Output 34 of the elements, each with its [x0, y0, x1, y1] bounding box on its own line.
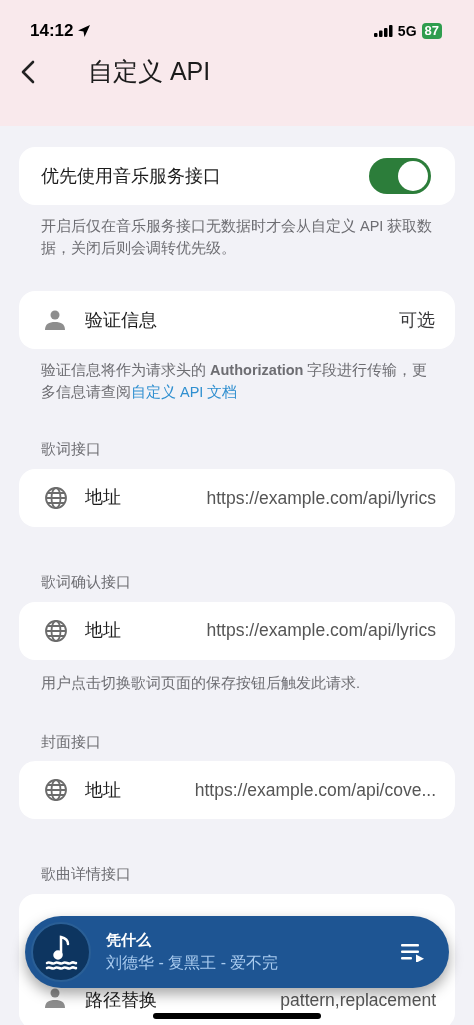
- album-art-icon: [31, 922, 91, 982]
- globe-icon: [44, 485, 68, 510]
- field-label: 地址: [85, 778, 121, 802]
- field-value[interactable]: https://example.com/api/lyrics: [206, 617, 436, 644]
- signal-icon: [373, 25, 393, 37]
- section-header: 封面接口: [40, 732, 102, 752]
- hint-text: 验证信息将作为请求头的 Authorization 字段进行传输，更多信息请查阅 自定义 API 文档: [40, 361, 429, 402]
- location-icon: [77, 24, 92, 38]
- field-label: 地址: [85, 619, 121, 642]
- mini-player[interactable]: 凭什么 刘德华 - 复黑王 - 爱不完: [25, 916, 449, 988]
- toggle-switch[interactable]: [369, 158, 431, 194]
- status-time: 14:12: [30, 20, 74, 43]
- setting-label: 验证信息: [85, 308, 158, 332]
- hint-text: 用户点击切换歌词页面的保存按钮后触发此请求.: [40, 673, 362, 693]
- globe-icon: [44, 778, 68, 803]
- section-header: 歌词接口: [40, 440, 102, 459]
- section-header: 歌曲详情接口: [40, 865, 132, 885]
- field-value[interactable]: https://example.com/api/lyrics: [206, 484, 436, 511]
- person-icon: [44, 310, 66, 330]
- field-value[interactable]: https://example.com/api/cove...: [194, 777, 436, 804]
- setting-label: 优先使用音乐服务接口: [41, 164, 222, 188]
- hint-text: 开启后仅在音乐服务接口无数据时才会从自定义 API 获取数据，关闭后则会调转优先级。: [40, 217, 434, 258]
- queue-icon[interactable]: [401, 942, 425, 962]
- song-subtitle: 刘德华 - 复黑王 - 爱不完: [106, 953, 280, 973]
- battery-indicator: 87: [421, 23, 442, 39]
- setting-value: 可选: [399, 308, 435, 332]
- globe-icon: [44, 618, 68, 643]
- song-title: 凭什么: [106, 930, 152, 950]
- field-value[interactable]: pattern,replacement: [280, 986, 436, 1014]
- page-title: 自定义 API: [88, 56, 211, 88]
- section-header: 歌词确认接口: [40, 572, 132, 592]
- network-label: 5G: [397, 21, 417, 41]
- field-label: 地址: [85, 486, 121, 510]
- field-label: 路径替换: [85, 988, 157, 1012]
